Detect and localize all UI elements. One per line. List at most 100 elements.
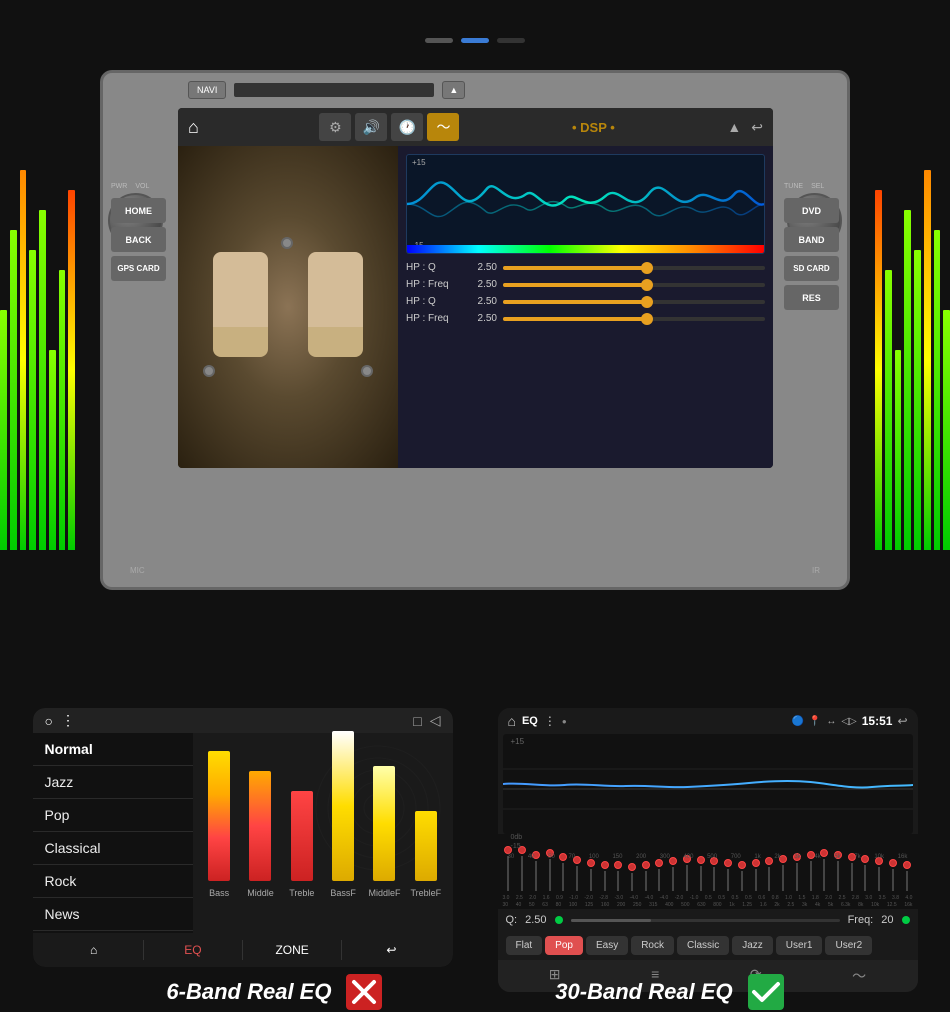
gps-button[interactable]: GPS CARD	[111, 256, 166, 281]
preset-news[interactable]: News	[33, 898, 193, 931]
bar-middle: Middle	[244, 771, 277, 898]
slider-value-1: 2.50	[472, 262, 497, 273]
screen-header: ⌂ ⚙ 🔊 🕐 〜 • DSP • ▲ ↩	[178, 108, 773, 146]
q-slider-track[interactable]	[571, 919, 840, 922]
page-indicators	[425, 38, 525, 43]
slider-label-3: HP : Q	[406, 296, 466, 307]
footer-zone[interactable]: ZONE	[243, 939, 341, 961]
slider-value-3: 2.50	[472, 296, 497, 307]
slider-track-3[interactable]	[503, 300, 765, 304]
panel-6-header: ○ ⋮ □ ◁	[33, 708, 453, 733]
seat-bottom-right	[308, 327, 363, 357]
vol-label: VOL	[135, 183, 149, 190]
band-button[interactable]: BAND	[784, 227, 839, 252]
panel-30-header: ⌂ EQ ⋮ ● 🔵 📍 ↔ ◁▷ 15:51 ↩	[498, 708, 918, 734]
back-icon: ◁	[430, 712, 441, 729]
bar-label-middle: Middle	[247, 888, 274, 898]
q-label: Q:	[506, 914, 518, 926]
preset-rock-30[interactable]: Rock	[631, 936, 674, 955]
bluetooth-icon: 🔵	[791, 716, 803, 727]
eq-bg-bars-left	[0, 150, 75, 550]
eq-icon[interactable]: ⚙	[319, 113, 351, 141]
bar-bass: Bass	[203, 751, 236, 898]
res-button[interactable]: RES	[784, 285, 839, 310]
footer-back[interactable]: ↩	[342, 939, 440, 961]
eject-screen-icon[interactable]: ▲	[727, 119, 741, 135]
car-interior-panel	[178, 146, 398, 468]
back-button[interactable]: BACK	[111, 227, 166, 252]
tune-label: TUNE	[784, 183, 803, 190]
slider-hp-freq-1: HP : Freq 2.50	[406, 279, 765, 290]
screen-content: +15 -15	[178, 146, 773, 468]
bar-label-treble: Treble	[289, 888, 314, 898]
dot-2[interactable]	[461, 38, 489, 43]
slider-track-4[interactable]	[503, 317, 765, 321]
dsp-label: • DSP •	[572, 120, 615, 135]
slider-hp-q-2: HP : Q 2.50	[406, 296, 765, 307]
preset-rock[interactable]: Rock	[33, 865, 193, 898]
dot-30-icon: ●	[562, 717, 567, 726]
q-green-dot[interactable]	[555, 916, 563, 924]
preset-pop[interactable]: Pop	[33, 799, 193, 832]
preset-jazz-30[interactable]: Jazz	[732, 936, 773, 955]
bar-label-treblef: TrebleF	[410, 888, 441, 898]
footer-eq[interactable]: EQ	[144, 939, 242, 961]
eq30-graph: +15 0db -15	[503, 734, 913, 834]
freq-value: 20	[881, 914, 893, 926]
waveform-display: +15 -15	[406, 154, 765, 254]
footer-home[interactable]: ⌂	[45, 939, 143, 961]
pwr-label: PWR	[111, 183, 127, 190]
preset-pop-30[interactable]: Pop	[545, 936, 583, 955]
bottom-section: ○ ⋮ □ ◁ Normal Jazz Pop Classical Rock N…	[0, 708, 950, 992]
slider-track-2[interactable]	[503, 283, 765, 287]
slider-track-1[interactable]	[503, 266, 765, 270]
eq30-presets: Flat Pop Easy Rock Classic Jazz User1 Us…	[498, 931, 918, 960]
preset-jazz[interactable]: Jazz	[33, 766, 193, 799]
preset-classical[interactable]: Classical	[33, 832, 193, 865]
bar-label-bassf: BassF	[330, 888, 356, 898]
preset-flat[interactable]: Flat	[506, 936, 543, 955]
preset-user2[interactable]: User2	[825, 936, 872, 955]
waveform-icon[interactable]: 〜	[427, 113, 459, 141]
circle-icon: ○	[45, 713, 53, 729]
home-icon[interactable]: ⌂	[188, 117, 199, 138]
slider-label-2: HP : Freq	[406, 279, 466, 290]
seat-bottom-left	[213, 327, 268, 357]
waveform-top-label: +15	[412, 158, 426, 167]
menu-icon: ⋮	[61, 712, 75, 729]
bar-label-middlef: MiddleF	[368, 888, 400, 898]
slider-label-1: HP : Q	[406, 262, 466, 273]
slider-hp-q-1: HP : Q 2.50	[406, 262, 765, 273]
screen-nav-icons: ⚙ 🔊 🕐 〜	[319, 113, 459, 141]
label-30band: 30-Band Real EQ	[555, 979, 732, 1005]
undo-icon[interactable]: ↩	[897, 714, 907, 728]
navi-button[interactable]: NAVI	[188, 81, 226, 99]
home-30-icon[interactable]: ⌂	[508, 713, 516, 729]
preset-classic[interactable]: Classic	[677, 936, 729, 955]
gps-icon: 📍	[809, 716, 821, 727]
speaker-bl	[203, 365, 215, 377]
mic-label: MIC	[130, 566, 145, 575]
dot-1[interactable]	[425, 38, 453, 43]
eject-button[interactable]: ▲	[442, 81, 465, 99]
clock-icon[interactable]: 🕐	[391, 113, 423, 141]
preset-easy[interactable]: Easy	[586, 936, 628, 955]
preset-normal[interactable]: Normal	[33, 733, 193, 766]
freq-green-dot[interactable]	[902, 916, 910, 924]
seat-back-left	[213, 252, 268, 332]
eq6-bars: Bass Middle Treble	[193, 733, 453, 933]
back-screen-icon[interactable]: ↩	[751, 119, 763, 136]
freq-hz-labels: 3040506380100125160200250315400500630800…	[498, 902, 918, 909]
label-6band: 6-Band Real EQ	[166, 979, 331, 1005]
sdcard-button[interactable]: SD CARD	[784, 256, 839, 281]
home-button[interactable]: HOME	[111, 198, 166, 223]
dot-3[interactable]	[497, 38, 525, 43]
eq6-content: Normal Jazz Pop Classical Rock News	[33, 733, 453, 933]
right-buttons: TUNE SEL DVD BAND SD CARD RES	[784, 108, 839, 310]
wifi-icon: ↔	[826, 716, 836, 727]
preset-user1[interactable]: User1	[776, 936, 823, 955]
speaker-br	[361, 365, 373, 377]
window-icon: □	[413, 713, 421, 729]
dvd-button[interactable]: DVD	[784, 198, 839, 223]
speaker-icon[interactable]: 🔊	[355, 113, 387, 141]
